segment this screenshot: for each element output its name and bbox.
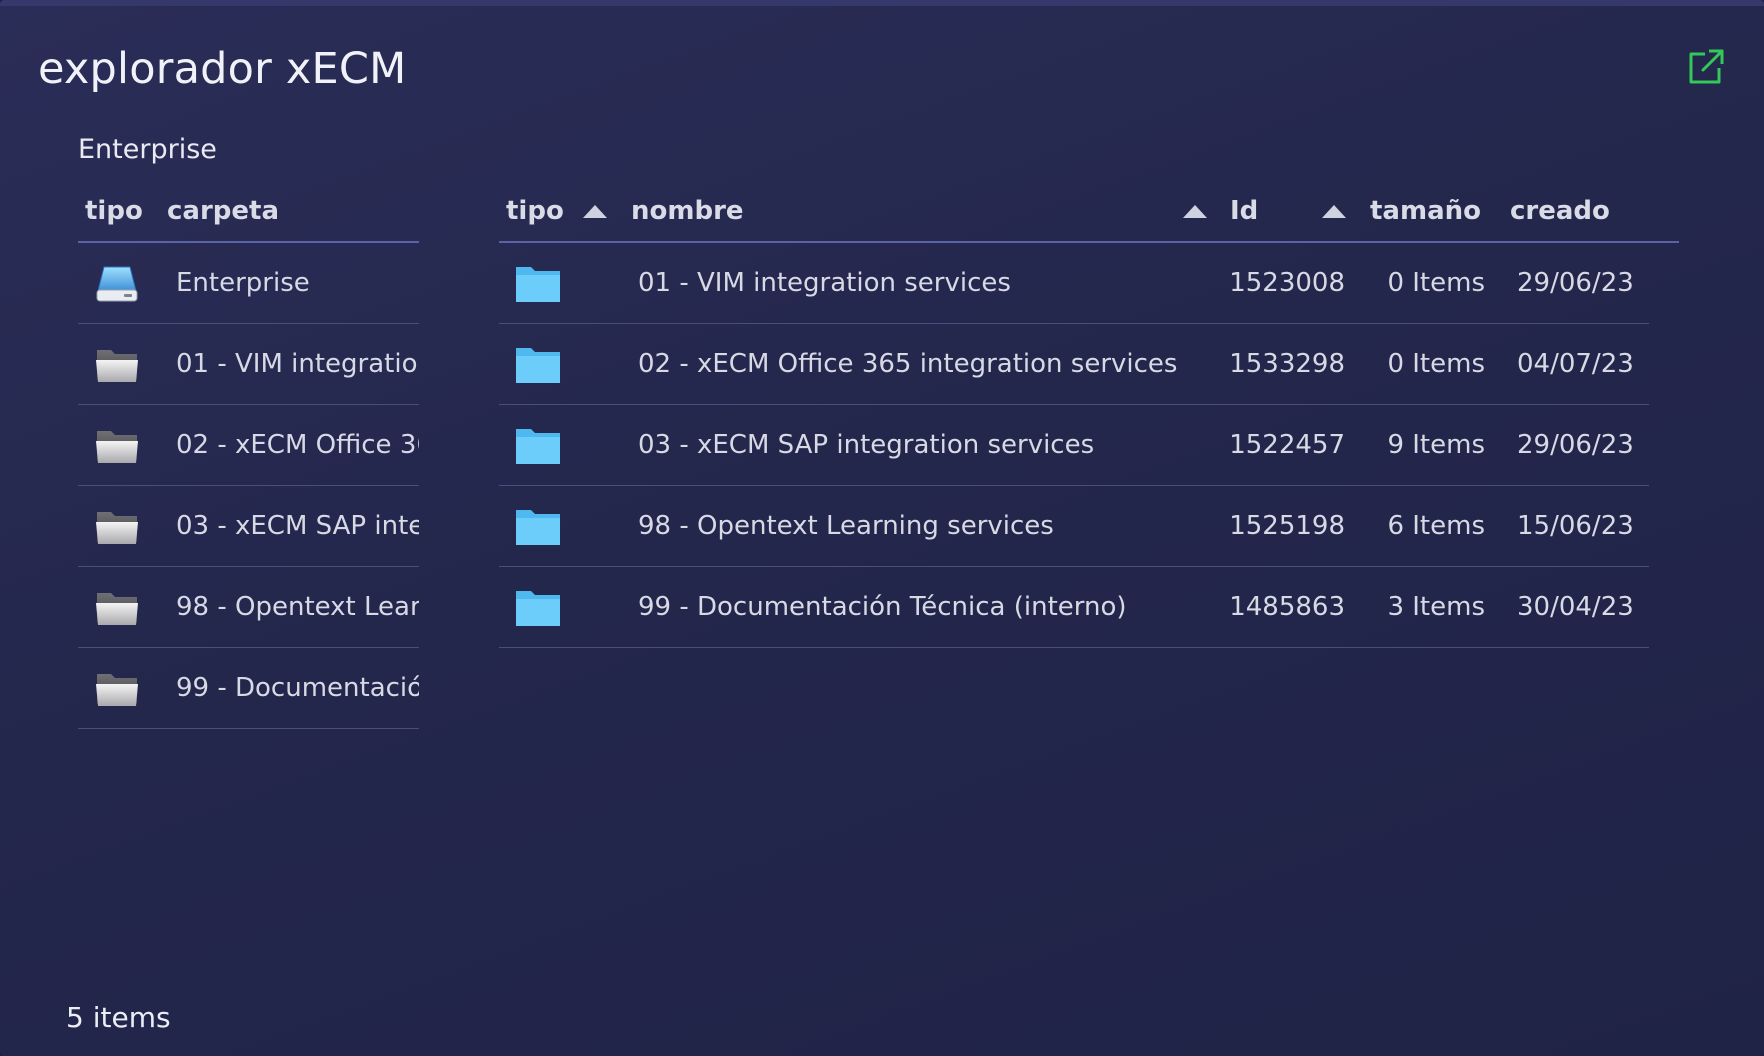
tree-item-label: 02 - xECM Office 365 integration service… xyxy=(176,430,419,460)
list-row-name: 01 - VIM integration services xyxy=(638,268,1011,298)
list-header-tamano[interactable]: tamaño xyxy=(1370,196,1481,226)
sort-tipo-arrow-icon[interactable] xyxy=(583,205,607,218)
tree-item-99[interactable]: 99 - Documentación Técnica (interno) xyxy=(78,648,419,729)
drive-icon xyxy=(96,266,138,302)
list-row-03[interactable]: 03 - xECM SAP integration services 15224… xyxy=(499,405,1649,486)
list-row-created: 04/07/23 xyxy=(1517,349,1634,379)
list-header-id[interactable]: Id xyxy=(1230,196,1258,226)
external-link-icon[interactable] xyxy=(1685,46,1727,88)
tree-header-tipo[interactable]: tipo xyxy=(85,196,143,226)
list-row-size: 6 Items xyxy=(1387,511,1485,541)
list-row-name: 03 - xECM SAP integration services xyxy=(638,430,1095,460)
folder-icon xyxy=(96,512,138,544)
list-row-created: 29/06/23 xyxy=(1517,268,1634,298)
folder-icon xyxy=(96,593,138,625)
folder-icon xyxy=(516,591,560,626)
list-row-id: 1522457 xyxy=(1229,430,1345,460)
folder-icon xyxy=(96,431,138,463)
list-row-id: 1525198 xyxy=(1229,511,1345,541)
list-row-size: 0 Items xyxy=(1387,349,1485,379)
folder-tree: Enterprise 01 - VIM integration services… xyxy=(78,243,419,729)
folder-icon xyxy=(96,350,138,382)
sort-nombre-arrow-icon[interactable] xyxy=(1183,205,1207,218)
list-row-98[interactable]: 98 - Opentext Learning services 1525198 … xyxy=(499,486,1649,567)
list-row-created: 29/06/23 xyxy=(1517,430,1634,460)
xecm-explorer-panel: explorador xECM Enterprise tipo carpeta … xyxy=(0,0,1764,1056)
breadcrumb[interactable]: Enterprise xyxy=(78,134,217,165)
list-row-name: 99 - Documentación Técnica (interno) xyxy=(638,592,1127,622)
list-row-01[interactable]: 01 - VIM integration services 1523008 0 … xyxy=(499,243,1649,324)
tree-header-carpeta[interactable]: carpeta xyxy=(167,196,279,226)
list-row-size: 0 Items xyxy=(1387,268,1485,298)
list-row-id: 1533298 xyxy=(1229,349,1345,379)
tree-item-enterprise[interactable]: Enterprise xyxy=(78,243,419,324)
item-count: 5 items xyxy=(66,1001,171,1034)
tree-item-01[interactable]: 01 - VIM integration services xyxy=(78,324,419,405)
list-row-created: 15/06/23 xyxy=(1517,511,1634,541)
list-row-size: 9 Items xyxy=(1387,430,1485,460)
tree-item-label: Enterprise xyxy=(176,268,310,298)
folder-icon xyxy=(516,348,560,383)
sort-id-arrow-icon[interactable] xyxy=(1322,205,1346,218)
tree-item-98[interactable]: 98 - Opentext Learning services xyxy=(78,567,419,648)
folder-icon xyxy=(96,674,138,706)
list-row-name: 98 - Opentext Learning services xyxy=(638,511,1054,541)
tree-item-02[interactable]: 02 - xECM Office 365 integration service… xyxy=(78,405,419,486)
list-row-id: 1485863 xyxy=(1229,592,1345,622)
list-row-02[interactable]: 02 - xECM Office 365 integration service… xyxy=(499,324,1649,405)
folder-icon xyxy=(516,510,560,545)
list-header-creado[interactable]: creado xyxy=(1510,196,1610,226)
tree-item-label: 01 - VIM integration services xyxy=(176,349,419,379)
list-row-name: 02 - xECM Office 365 integration service… xyxy=(638,349,1178,379)
folder-list: 01 - VIM integration services 1523008 0 … xyxy=(499,243,1649,648)
folder-icon xyxy=(516,267,560,302)
list-header-tipo[interactable]: tipo xyxy=(506,196,564,226)
tree-item-03[interactable]: 03 - xECM SAP integration services xyxy=(78,486,419,567)
tree-item-label: 98 - Opentext Learning services xyxy=(176,592,419,622)
list-row-size: 3 Items xyxy=(1387,592,1485,622)
list-row-created: 30/04/23 xyxy=(1517,592,1634,622)
panel-title: explorador xECM xyxy=(38,44,407,94)
tree-item-label: 03 - xECM SAP integration services xyxy=(176,511,419,541)
list-row-99[interactable]: 99 - Documentación Técnica (interno) 148… xyxy=(499,567,1649,648)
list-header-nombre[interactable]: nombre xyxy=(631,196,744,226)
folder-icon xyxy=(516,429,560,464)
list-row-id: 1523008 xyxy=(1229,268,1345,298)
tree-item-label: 99 - Documentación Técnica (interno) xyxy=(176,673,419,703)
